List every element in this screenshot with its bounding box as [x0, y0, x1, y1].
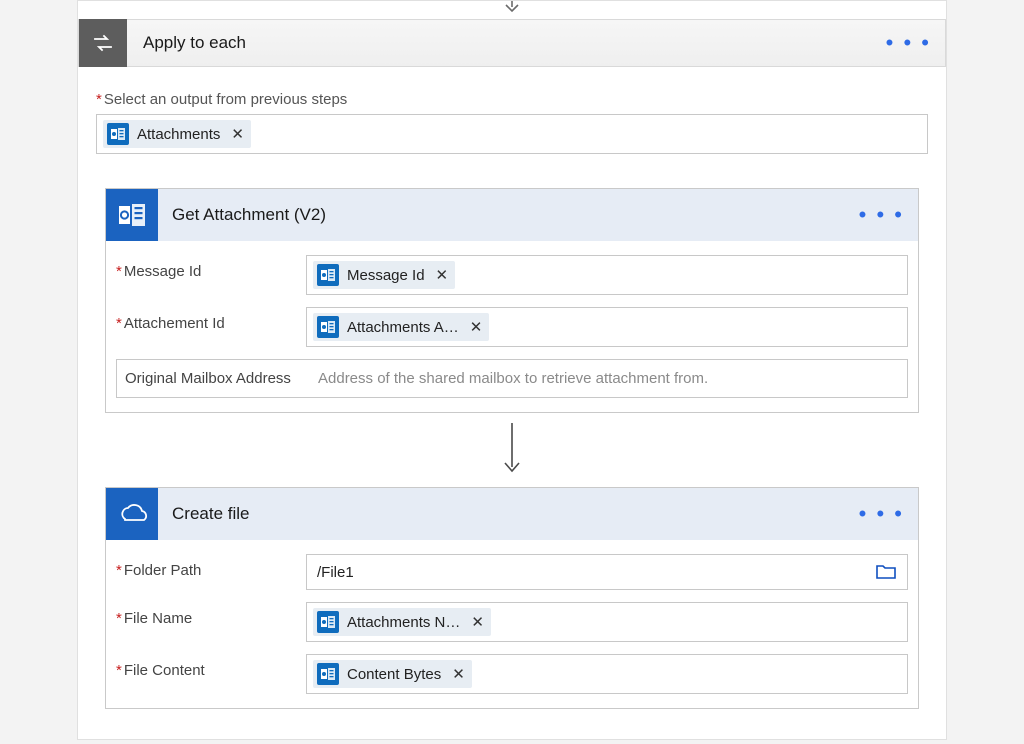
outlook-connector-icon	[317, 611, 339, 633]
token-label: Message Id	[347, 267, 425, 284]
create-file-title: Create file	[158, 504, 845, 524]
onedrive-action-icon	[106, 488, 158, 540]
folder-path-input[interactable]	[306, 554, 908, 590]
attachment-id-input[interactable]: Attachments A… ✕	[306, 307, 908, 347]
apply-to-each-body: *Select an output from previous steps At…	[78, 91, 946, 709]
token-label: Attachments N…	[347, 614, 460, 631]
required-marker: *	[96, 91, 102, 108]
apply-to-each-header[interactable]: Apply to each • • •	[78, 19, 946, 67]
get-attachment-header[interactable]: Get Attachment (V2) • • •	[106, 189, 918, 241]
file-name-label: *File Name	[116, 602, 306, 642]
remove-token-button[interactable]: ✕	[433, 266, 452, 284]
remove-token-button[interactable]: ✕	[468, 613, 487, 631]
file-content-label: *File Content	[116, 654, 306, 694]
loop-icon	[79, 19, 127, 67]
get-attachment-title: Get Attachment (V2)	[158, 205, 845, 225]
create-file-card: Create file • • • *Folder Path	[105, 487, 919, 709]
outlook-connector-icon	[317, 316, 339, 338]
file-name-input[interactable]: Attachments N… ✕	[306, 602, 908, 642]
token-label: Attachments A…	[347, 319, 459, 336]
mailbox-address-label: Original Mailbox Address	[116, 359, 306, 398]
token-label: Attachments	[137, 126, 220, 143]
create-file-header[interactable]: Create file • • •	[106, 488, 918, 540]
remove-token-button[interactable]: ✕	[228, 125, 247, 143]
output-from-label: *Select an output from previous steps	[96, 91, 928, 108]
incoming-connector-icon	[503, 0, 521, 14]
folder-path-text[interactable]	[317, 564, 867, 581]
attachment-id-token[interactable]: Attachments A… ✕	[313, 313, 489, 341]
mailbox-address-input[interactable]: Address of the shared mailbox to retriev…	[306, 359, 908, 398]
message-id-label: *Message Id	[116, 255, 306, 295]
folder-picker-icon[interactable]	[875, 563, 897, 581]
file-content-token[interactable]: Content Bytes ✕	[313, 660, 472, 688]
outlook-connector-icon	[107, 123, 129, 145]
output-from-input[interactable]: Attachments ✕	[96, 114, 928, 154]
file-content-input[interactable]: Content Bytes ✕	[306, 654, 908, 694]
file-name-token[interactable]: Attachments N… ✕	[313, 608, 491, 636]
remove-token-button[interactable]: ✕	[467, 318, 486, 336]
message-id-token[interactable]: Message Id ✕	[313, 261, 455, 289]
get-attachment-menu-button[interactable]: • • •	[845, 209, 918, 221]
outlook-connector-icon	[317, 264, 339, 286]
outlook-action-icon	[106, 189, 158, 241]
create-file-menu-button[interactable]: • • •	[845, 508, 918, 520]
token-label: Content Bytes	[347, 666, 441, 683]
get-attachment-card: Get Attachment (V2) • • • *Message Id	[105, 188, 919, 413]
attachment-id-label: *Attachement Id	[116, 307, 306, 347]
remove-token-button[interactable]: ✕	[449, 665, 468, 683]
folder-path-label: *Folder Path	[116, 554, 306, 590]
outlook-connector-icon	[317, 663, 339, 685]
apply-to-each-menu-button[interactable]: • • •	[872, 37, 945, 49]
flow-designer-canvas: Apply to each • • • *Select an output fr…	[77, 0, 947, 740]
message-id-input[interactable]: Message Id ✕	[306, 255, 908, 295]
create-file-body: *Folder Path *File Name	[106, 540, 918, 708]
get-attachment-body: *Message Id Message Id ✕	[106, 241, 918, 412]
attachments-token[interactable]: Attachments ✕	[103, 120, 251, 148]
apply-to-each-title: Apply to each	[127, 33, 872, 53]
connector-arrow	[96, 421, 928, 477]
